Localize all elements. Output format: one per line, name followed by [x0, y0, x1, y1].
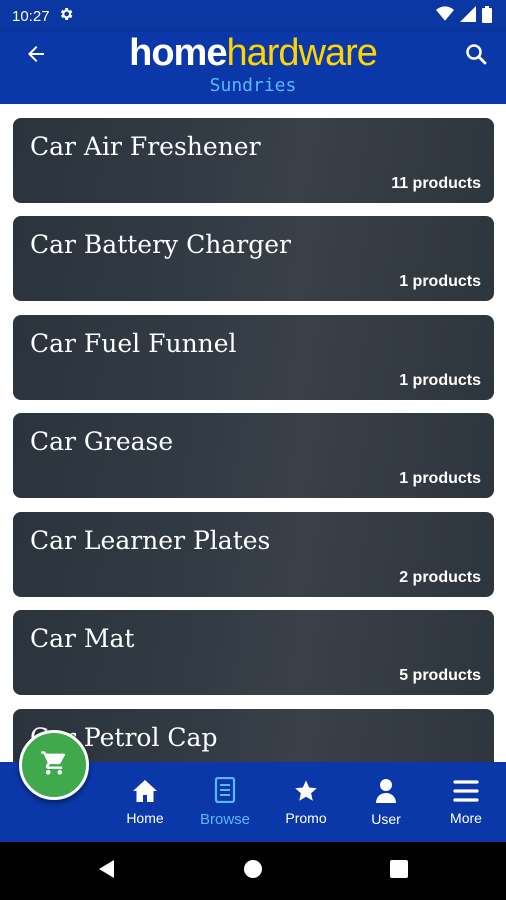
category-count: 11 products: [391, 175, 481, 192]
nav-browse-label: Browse: [199, 810, 251, 828]
square-recents-icon: [390, 859, 408, 883]
nav-more[interactable]: More: [426, 762, 506, 842]
nav-user[interactable]: User: [346, 762, 426, 842]
circle-home-icon: [243, 859, 263, 884]
category-count: 1 products: [399, 273, 481, 290]
nav-browse[interactable]: Browse: [185, 762, 265, 842]
nav-promo-label: Promo: [285, 809, 327, 826]
category-card[interactable]: Car Learner Plates 2 products: [13, 512, 494, 597]
category-name: Car Air Freshener: [30, 132, 261, 161]
search-button[interactable]: [460, 40, 492, 72]
category-name: Car Battery Charger: [30, 230, 291, 259]
wifi-icon: [436, 6, 454, 26]
category-name: Car Mat: [30, 624, 135, 653]
app-bar: homehardware Sundries: [0, 32, 506, 104]
system-home-button[interactable]: [238, 856, 268, 886]
nav-home[interactable]: Home: [105, 762, 185, 842]
status-bar: 10:27: [0, 0, 506, 32]
system-nav-bar: [0, 842, 506, 900]
category-card[interactable]: Car Mat 5 products: [13, 610, 494, 695]
nav-more-label: More: [450, 809, 482, 826]
triangle-back-icon: [97, 859, 117, 884]
category-card[interactable]: Car Air Freshener 11 products: [13, 118, 494, 203]
category-count: 2 products: [399, 569, 481, 586]
category-card[interactable]: Car Grease 1 products: [13, 413, 494, 498]
category-name: Car Grease: [30, 427, 174, 456]
status-time: 10:27: [12, 7, 50, 25]
battery-icon: [482, 5, 492, 27]
page-title: Sundries: [209, 75, 297, 96]
logo-hardware-text: hardware: [226, 32, 377, 74]
home-icon: [132, 779, 158, 810]
category-count: 5 products: [399, 667, 481, 684]
nav-user-label: User: [371, 810, 401, 827]
logo-home-text: home: [129, 32, 227, 74]
search-icon: [464, 42, 488, 71]
cart-button[interactable]: [19, 730, 89, 800]
cart-icon: [40, 749, 68, 782]
category-name: Car Learner Plates: [30, 526, 271, 555]
brand-logo: homehardware: [0, 32, 506, 74]
category-count: 1 products: [399, 470, 481, 487]
star-icon: [294, 779, 318, 810]
system-recents-button[interactable]: [384, 856, 414, 886]
category-name: Car Fuel Funnel: [30, 329, 237, 358]
category-count: 1 products: [399, 372, 481, 389]
signal-icon: [460, 6, 476, 26]
category-list: Car Air Freshener 11 products Car Batter…: [0, 104, 506, 762]
browse-icon: [214, 776, 236, 811]
nav-promo[interactable]: Promo: [266, 762, 346, 842]
nav-home-label: Home: [126, 809, 164, 826]
gear-icon: [58, 6, 74, 26]
category-card[interactable]: Car Fuel Funnel 1 products: [13, 315, 494, 400]
category-card[interactable]: Car Battery Charger 1 products: [13, 216, 494, 301]
system-back-button[interactable]: [92, 856, 122, 886]
menu-icon: [453, 779, 479, 810]
user-icon: [375, 778, 397, 811]
